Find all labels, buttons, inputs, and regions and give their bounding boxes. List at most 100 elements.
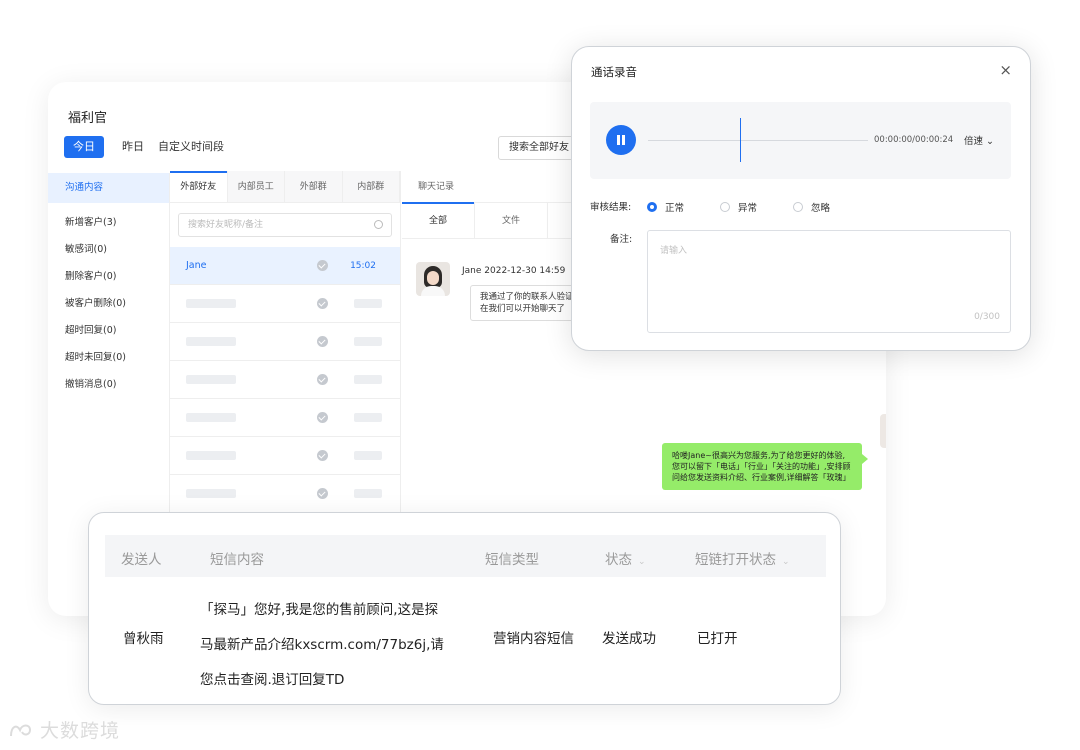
header-sender: 发送人 bbox=[121, 552, 162, 568]
speed-dropdown[interactable]: 倍速 ⌄ bbox=[964, 133, 994, 147]
contact-row-placeholder[interactable] bbox=[170, 285, 400, 323]
date-filter-tabs: 今日 昨日 自定义时间段 bbox=[64, 136, 238, 158]
contact-row-placeholder[interactable] bbox=[170, 399, 400, 437]
contact-row[interactable]: Jane 15:02 bbox=[170, 247, 400, 285]
time-placeholder bbox=[354, 375, 382, 384]
radio-label: 正常 bbox=[665, 203, 685, 214]
sms-type: 营销内容短信 bbox=[493, 631, 574, 647]
avatar bbox=[416, 262, 450, 296]
radio-abnormal[interactable]: 异常 bbox=[720, 200, 757, 214]
sms-link-status: 已打开 bbox=[697, 631, 738, 647]
tab-external-friends[interactable]: 外部好友 bbox=[170, 171, 228, 202]
name-placeholder bbox=[186, 413, 236, 422]
header-type: 短信类型 bbox=[485, 552, 539, 568]
date-tab-today[interactable]: 今日 bbox=[64, 136, 104, 158]
sms-content-line: 「探马」您好,我是您的售前顾问,这是探 bbox=[200, 602, 439, 618]
contact-row-placeholder[interactable] bbox=[170, 323, 400, 361]
close-icon[interactable]: × bbox=[999, 61, 1012, 79]
note-textarea[interactable]: 请输入 0/300 bbox=[647, 230, 1011, 333]
check-icon bbox=[317, 412, 328, 423]
header-content: 短信内容 bbox=[210, 552, 264, 568]
check-icon bbox=[317, 298, 328, 309]
name-placeholder bbox=[186, 299, 236, 308]
chevron-down-icon: ⌄ bbox=[638, 557, 646, 567]
header-status[interactable]: 状态 ⌄ bbox=[605, 548, 646, 568]
note-label: 备注: bbox=[610, 234, 633, 245]
app-title: 福利官 bbox=[68, 111, 108, 126]
playback-time: 00:00:00/00:00:24 bbox=[874, 135, 954, 145]
time-placeholder bbox=[354, 489, 382, 498]
contact-time: 15:02 bbox=[350, 260, 376, 271]
radio-label: 忽略 bbox=[811, 203, 831, 214]
name-placeholder bbox=[186, 337, 236, 346]
name-placeholder bbox=[186, 375, 236, 384]
sms-sender: 曾秋雨 bbox=[123, 631, 164, 647]
header-link-status-label: 短链打开状态 bbox=[695, 552, 776, 568]
contact-row-placeholder[interactable] bbox=[170, 361, 400, 399]
menu-item-deleted-by-customer[interactable]: 被客户删除(0) bbox=[48, 290, 169, 317]
tab-internal-staff[interactable]: 内部员工 bbox=[227, 171, 285, 202]
radio-ignore[interactable]: 忽略 bbox=[793, 200, 830, 214]
check-icon bbox=[317, 260, 328, 271]
time-placeholder bbox=[354, 413, 382, 422]
menu-item-communication[interactable]: 沟通内容 bbox=[48, 173, 169, 203]
chevron-down-icon: ⌄ bbox=[782, 557, 790, 567]
contact-search-placeholder: 搜索好友昵称/备注 bbox=[188, 220, 264, 230]
search-all-friends-button[interactable]: 搜索全部好友 bbox=[498, 136, 580, 160]
tab-internal-groups[interactable]: 内部群 bbox=[342, 171, 400, 202]
message-meta: Jane 2022-12-30 14:59 bbox=[462, 266, 566, 276]
sms-table-header: 发送人 短信内容 短信类型 状态 ⌄ 短链打开状态 ⌄ bbox=[105, 535, 826, 577]
header-status-label: 状态 bbox=[605, 552, 632, 568]
name-placeholder bbox=[186, 489, 236, 498]
avatar bbox=[880, 414, 886, 448]
audio-player: 00:00:00/00:00:24 倍速 ⌄ bbox=[590, 102, 1011, 179]
pause-button[interactable] bbox=[606, 125, 636, 155]
date-tab-yesterday[interactable]: 昨日 bbox=[122, 136, 144, 158]
radio-dot bbox=[720, 202, 730, 212]
watermark: 大数跨境 bbox=[8, 716, 120, 743]
sms-record-card: 发送人 短信内容 短信类型 状态 ⌄ 短链打开状态 ⌄ 曾秋雨 「探马」您好,我是您… bbox=[88, 512, 841, 705]
playhead-handle[interactable] bbox=[740, 118, 741, 162]
menu-item-deleted-customers[interactable]: 删除客户(0) bbox=[48, 263, 169, 290]
sms-status: 发送成功 bbox=[602, 631, 656, 647]
menu-item-sensitive-words[interactable]: 敏感词(0) bbox=[48, 236, 169, 263]
check-icon bbox=[317, 450, 328, 461]
tab-files[interactable]: 文件 bbox=[475, 203, 548, 238]
check-icon bbox=[317, 488, 328, 499]
review-result-label: 审核结果: bbox=[590, 202, 632, 213]
contact-row-placeholder[interactable] bbox=[170, 437, 400, 475]
radio-normal[interactable]: 正常 bbox=[647, 200, 684, 214]
time-placeholder bbox=[354, 299, 382, 308]
contact-row-placeholder[interactable] bbox=[170, 475, 400, 513]
radio-dot bbox=[793, 202, 803, 212]
date-tab-custom-range[interactable]: 自定义时间段 bbox=[158, 136, 224, 158]
menu-item-timeout-no-reply[interactable]: 超时未回复(0) bbox=[48, 344, 169, 371]
speed-label: 倍速 bbox=[964, 136, 984, 147]
name-placeholder bbox=[186, 451, 236, 460]
radio-label: 异常 bbox=[738, 203, 758, 214]
chevron-down-icon: ⌄ bbox=[983, 136, 994, 147]
contacts-tabs: 外部好友 内部员工 外部群 内部群 bbox=[170, 171, 400, 203]
watermark-logo-icon bbox=[10, 724, 32, 736]
note-char-count: 0/300 bbox=[974, 312, 1000, 322]
check-icon bbox=[317, 336, 328, 347]
time-placeholder bbox=[354, 451, 382, 460]
header-link-status[interactable]: 短链打开状态 ⌄ bbox=[695, 548, 790, 568]
radio-dot bbox=[647, 202, 657, 212]
outgoing-message: 哈喽Jane~很高兴为您服务,为了给您更好的体验,您可以留下「电话」「行业」「关… bbox=[662, 443, 868, 490]
note-placeholder: 请输入 bbox=[660, 246, 688, 256]
tab-all[interactable]: 全部 bbox=[402, 202, 475, 238]
menu-item-new-customers[interactable]: 新增客户(3) bbox=[48, 209, 169, 236]
menu-item-recalled-messages[interactable]: 撤销消息(0) bbox=[48, 371, 169, 398]
contact-name: Jane bbox=[186, 260, 207, 271]
tab-external-groups[interactable]: 外部群 bbox=[285, 171, 343, 202]
sms-content: 「探马」您好,我是您的售前顾问,这是探 马最新产品介绍kxscrm.com/77… bbox=[200, 593, 470, 698]
time-placeholder bbox=[354, 337, 382, 346]
sms-content-line: 您点击查阅.退订回复TD bbox=[200, 672, 345, 688]
menu-item-timeout-reply[interactable]: 超时回复(0) bbox=[48, 317, 169, 344]
sms-content-line: 马最新产品介绍kxscrm.com/77bz6j,请 bbox=[200, 637, 444, 653]
search-icon bbox=[374, 220, 383, 229]
audio-progress-track[interactable] bbox=[648, 140, 868, 141]
watermark-text: 大数跨境 bbox=[40, 720, 121, 742]
contact-search-input[interactable]: 搜索好友昵称/备注 bbox=[178, 213, 392, 237]
